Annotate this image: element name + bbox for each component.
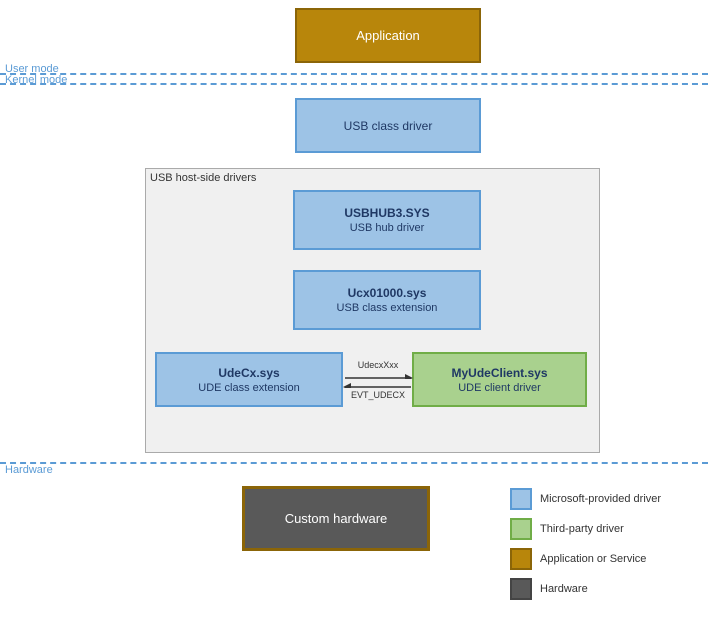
kernel-mode-line [0, 83, 708, 85]
custom-hardware-label: Custom hardware [285, 511, 388, 526]
custom-hardware-box: Custom hardware [242, 486, 430, 551]
legend-text-microsoft: Microsoft-provided driver [540, 492, 661, 506]
myude-title: MyUdeClient.sys [451, 366, 547, 380]
ucx-box: Ucx01000.sys USB class extension [293, 270, 481, 330]
legend-color-appservice [510, 548, 532, 570]
ucx-title: Ucx01000.sys [348, 286, 427, 300]
udecx-subtitle: UDE class extension [198, 382, 300, 394]
legend-text-thirdparty: Third-party driver [540, 522, 624, 536]
usb-class-driver-box: USB class driver [295, 98, 481, 153]
arrow-top-label: UdecxXxx [358, 360, 399, 370]
legend-text-hardware: Hardware [540, 582, 588, 596]
kernel-mode-label: Kernel mode [5, 74, 67, 86]
legend-item-microsoft: Microsoft-provided driver [510, 488, 661, 510]
application-label: Application [356, 28, 420, 43]
legend-item-thirdparty: Third-party driver [510, 518, 661, 540]
usbhub-box: USBHUB3.SYS USB hub driver [293, 190, 481, 250]
arrow-right-svg [343, 372, 413, 379]
udecx-title: UdeCx.sys [218, 366, 279, 380]
legend-color-microsoft [510, 488, 532, 510]
legend-color-thirdparty [510, 518, 532, 540]
ucx-subtitle: USB class extension [337, 302, 438, 314]
legend: Microsoft-provided driver Third-party dr… [510, 488, 661, 600]
usbhub-subtitle: USB hub driver [350, 222, 425, 234]
legend-item-appservice: Application or Service [510, 548, 661, 570]
legend-color-hardware [510, 578, 532, 600]
legend-item-hardware: Hardware [510, 578, 661, 600]
usbhub-title: USBHUB3.SYS [344, 206, 429, 220]
udecx-box: UdeCx.sys UDE class extension [155, 352, 343, 407]
hardware-line [0, 462, 708, 464]
arrow-bottom-label: EVT_UDECX [351, 390, 405, 400]
myude-subtitle: UDE client driver [458, 382, 541, 394]
user-mode-line [0, 73, 708, 75]
arrow-area: UdecxXxx EVT_UDECX [342, 360, 414, 400]
hardware-label: Hardware [5, 464, 53, 476]
usb-class-driver-label: USB class driver [344, 119, 433, 133]
arrow-left-svg [343, 381, 413, 388]
host-drivers-group-label: USB host-side drivers [150, 172, 256, 184]
diagram-container: Application User mode Kernel mode USB cl… [0, 0, 708, 638]
myude-box: MyUdeClient.sys UDE client driver [412, 352, 587, 407]
legend-text-appservice: Application or Service [540, 552, 646, 566]
application-box: Application [295, 8, 481, 63]
